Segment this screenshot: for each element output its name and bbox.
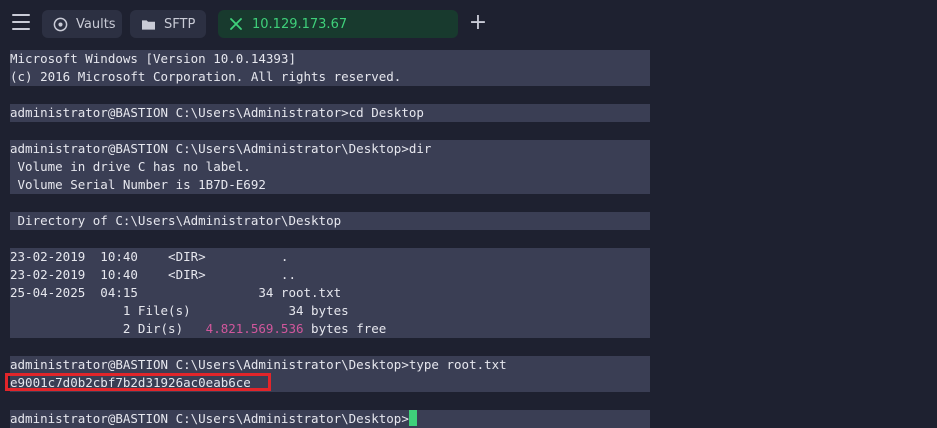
flag-highlight-box xyxy=(5,373,271,391)
terminal-line: administrator@BASTION C:\Users\Administr… xyxy=(10,140,650,158)
tab-sftp[interactable]: SFTP xyxy=(130,10,206,38)
terminal-line: Microsoft Windows [Version 10.0.14393] xyxy=(10,50,650,68)
dir-count-text: 2 Dir(s) xyxy=(10,321,206,336)
terminal-line: administrator@BASTION C:\Users\Administr… xyxy=(10,104,650,122)
free-bytes-label: bytes free xyxy=(303,321,387,336)
tab-vaults[interactable]: Vaults xyxy=(42,10,122,38)
tab-label: 10.129.173.67 xyxy=(252,16,348,32)
terminal-line: administrator@BASTION C:\Users\Administr… xyxy=(10,356,650,374)
terminal-line: 1 File(s) 34 bytes xyxy=(10,302,650,320)
add-tab-button[interactable]: + xyxy=(468,12,488,34)
folder-icon xyxy=(140,16,156,32)
terminal-line: 23-02-2019 10:40 <DIR> . xyxy=(10,248,650,266)
free-bytes-value: 4.821.569.536 xyxy=(205,321,304,336)
text-cursor xyxy=(408,410,417,426)
tab-label: Vaults xyxy=(76,16,116,32)
terminal-line: (c) 2016 Microsoft Corporation. All righ… xyxy=(10,68,650,86)
tab-label: SFTP xyxy=(164,16,196,32)
terminal-line: 23-02-2019 10:40 <DIR> .. xyxy=(10,266,650,284)
top-bar: Vaults SFTP 10.129.173.67 + xyxy=(0,0,937,48)
hamburger-menu-icon[interactable] xyxy=(12,14,30,30)
terminal-line: Volume in drive C has no label. xyxy=(10,158,650,176)
vault-icon xyxy=(52,16,68,32)
terminal-line: 2 Dir(s) 4.821.569.536 bytes free xyxy=(10,320,650,338)
terminal-output[interactable]: Microsoft Windows [Version 10.0.14393] (… xyxy=(0,48,937,428)
close-icon[interactable] xyxy=(228,16,244,32)
terminal-prompt-line: administrator@BASTION C:\Users\Administr… xyxy=(10,410,650,428)
terminal-line: 25-04-2025 04:15 34 root.txt xyxy=(10,284,650,302)
terminal-line: Volume Serial Number is 1B7D-E692 xyxy=(10,176,650,194)
prompt-text: administrator@BASTION C:\Users\Administr… xyxy=(10,411,409,426)
terminal-line: Directory of C:\Users\Administrator\Desk… xyxy=(10,212,650,230)
tab-host-session[interactable]: 10.129.173.67 xyxy=(218,10,458,38)
